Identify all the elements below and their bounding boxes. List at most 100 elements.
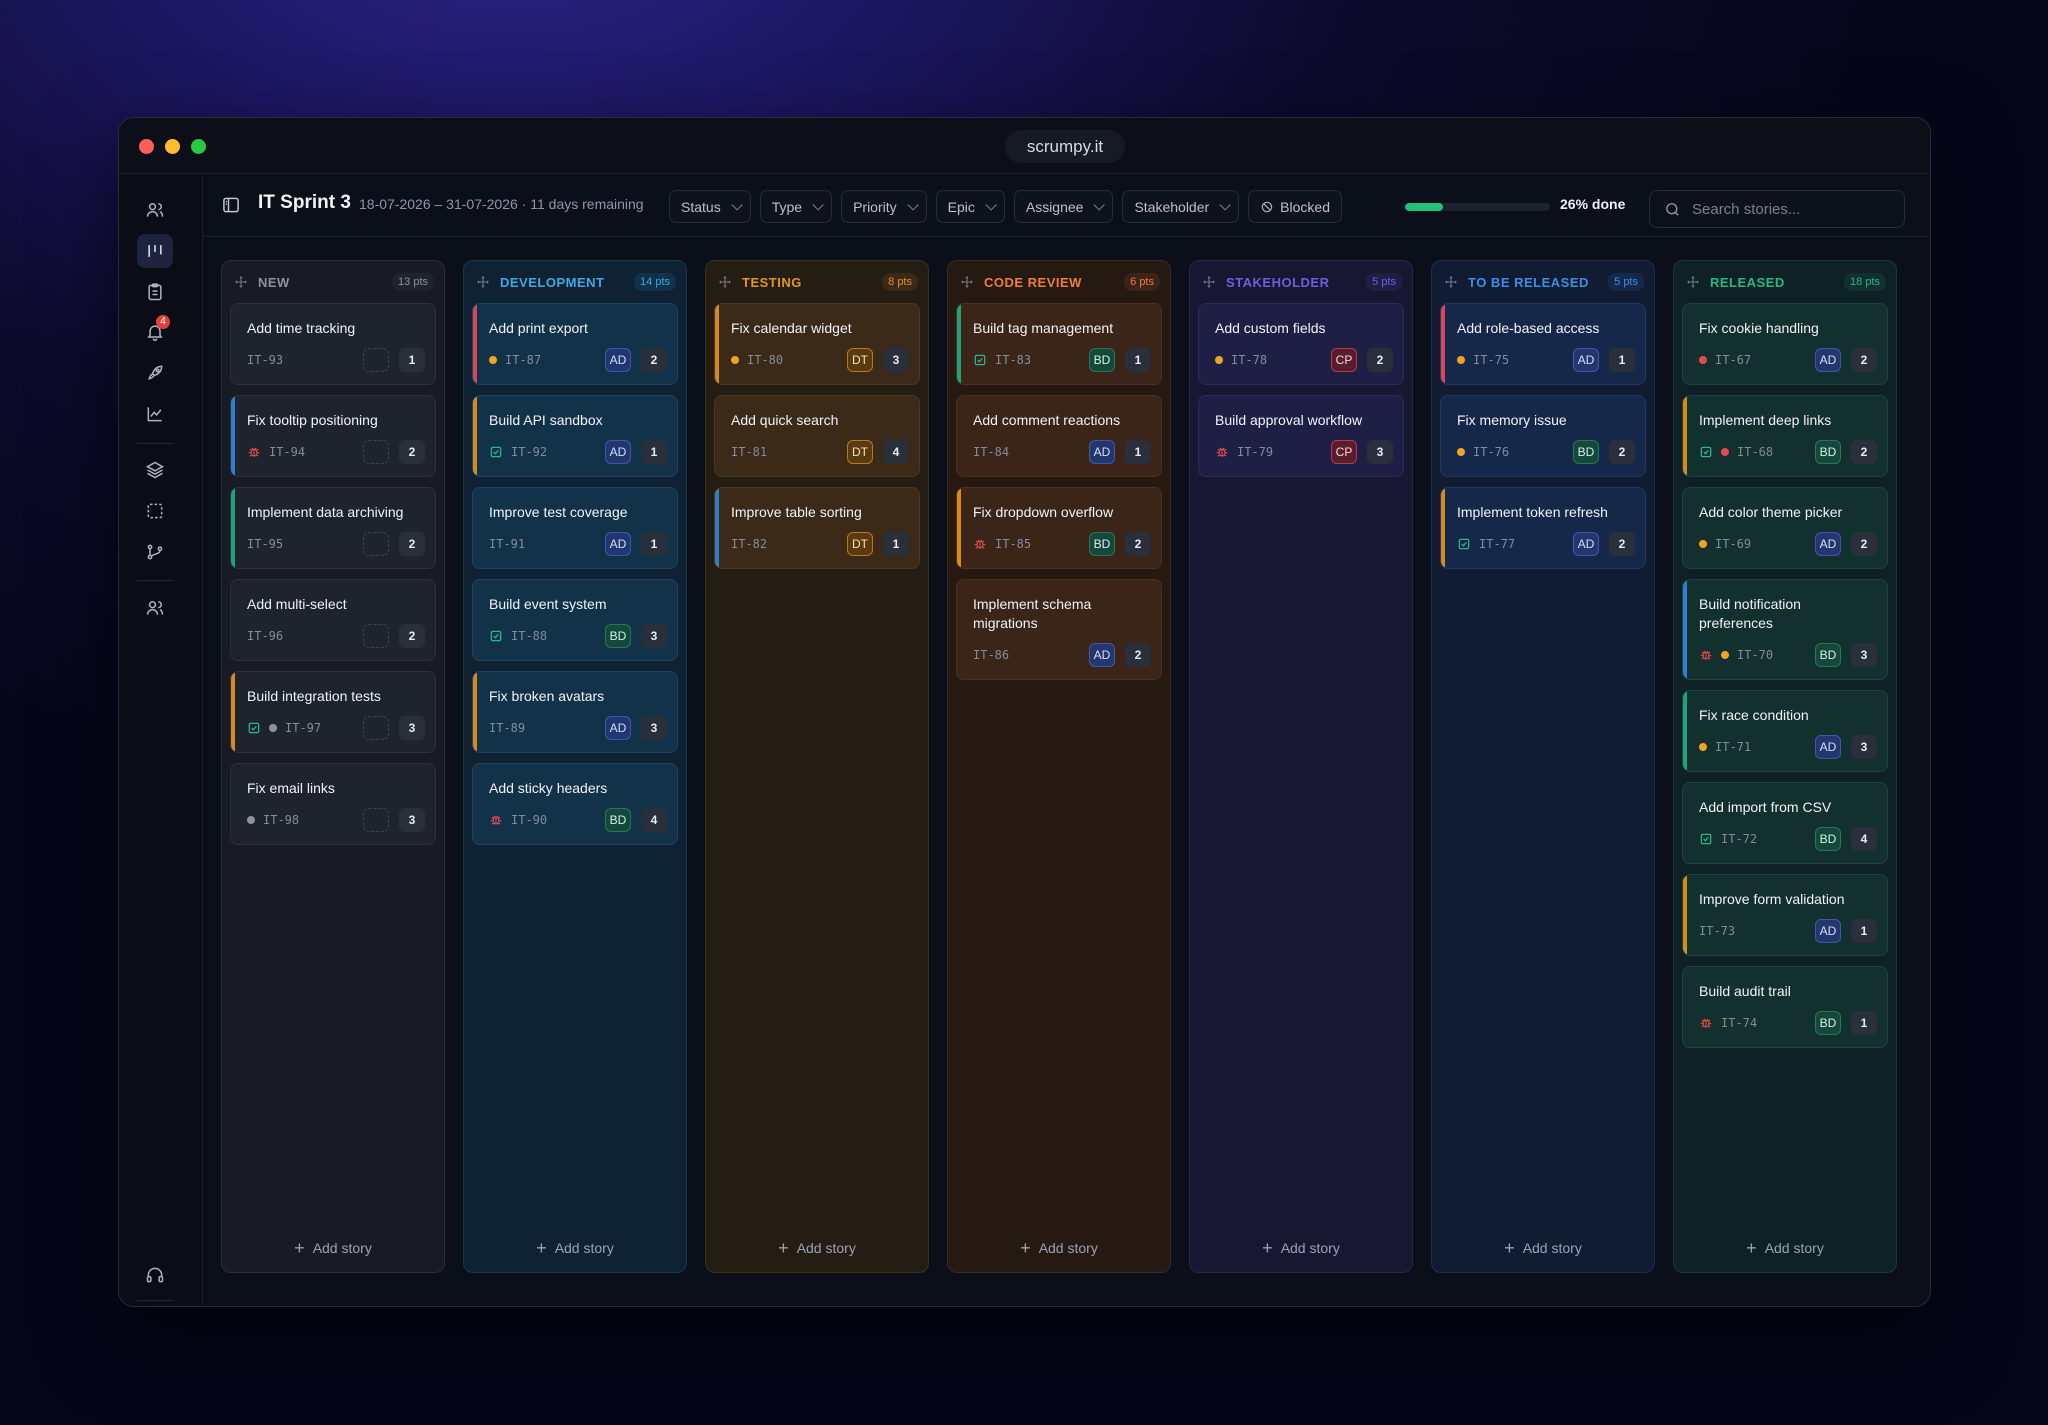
story-card[interactable]: Add quick search IT-81 DT 4 xyxy=(714,395,920,477)
story-card[interactable]: Improve test coverage IT-91 AD 1 xyxy=(472,487,678,569)
story-card[interactable]: Implement token refresh IT-77 AD 2 xyxy=(1440,487,1646,569)
unassigned-avatar[interactable] xyxy=(363,716,389,740)
add-story-button[interactable]: + Add story xyxy=(1674,1238,1896,1259)
story-card[interactable]: Add color theme picker IT-69 AD 2 xyxy=(1682,487,1888,569)
assignee-avatar[interactable]: CP xyxy=(1331,440,1357,464)
story-card[interactable]: Build integration tests IT-97 3 xyxy=(230,671,436,753)
story-card[interactable]: Add time tracking IT-93 1 xyxy=(230,303,436,385)
team-icon[interactable] xyxy=(137,591,173,625)
story-card[interactable]: Fix calendar widget IT-80 DT 3 xyxy=(714,303,920,385)
clipboard-icon[interactable] xyxy=(137,275,173,309)
assignee-avatar[interactable]: BD xyxy=(1815,1011,1841,1035)
minimize-window-button[interactable] xyxy=(165,139,180,154)
assignee-avatar[interactable]: AD xyxy=(1573,348,1599,372)
story-card[interactable]: Improve table sorting IT-82 DT 1 xyxy=(714,487,920,569)
filter-status[interactable]: Status xyxy=(669,190,751,223)
assignee-avatar[interactable]: CP xyxy=(1331,348,1357,372)
story-card[interactable]: Add custom fields IT-78 CP 2 xyxy=(1198,303,1404,385)
story-card[interactable]: Implement data archiving IT-95 2 xyxy=(230,487,436,569)
rocket-icon[interactable] xyxy=(137,356,173,390)
users-icon[interactable] xyxy=(137,193,173,227)
board-icon[interactable] xyxy=(137,234,173,268)
story-card[interactable]: Build event system IT-88 BD 3 xyxy=(472,579,678,661)
assignee-avatar[interactable]: AD xyxy=(605,348,631,372)
story-card[interactable]: Add import from CSV IT-72 BD 4 xyxy=(1682,782,1888,864)
story-card[interactable]: Build notification preferences IT-70 BD 3 xyxy=(1682,579,1888,680)
add-story-button[interactable]: + Add story xyxy=(1432,1238,1654,1259)
story-card[interactable]: Improve form validation IT-73 AD 1 xyxy=(1682,874,1888,956)
story-card[interactable]: Add comment reactions IT-84 AD 1 xyxy=(956,395,1162,477)
story-card[interactable]: Implement deep links IT-68 BD 2 xyxy=(1682,395,1888,477)
layers-icon[interactable] xyxy=(137,453,173,487)
assignee-avatar[interactable]: BD xyxy=(1089,348,1115,372)
assignee-avatar[interactable]: BD xyxy=(1815,440,1841,464)
assignee-avatar[interactable]: AD xyxy=(605,532,631,556)
assignee-avatar[interactable]: BD xyxy=(605,808,631,832)
assignee-avatar[interactable]: DT xyxy=(847,440,873,464)
assignee-avatar[interactable]: BD xyxy=(1089,532,1115,556)
filter-assignee[interactable]: Assignee xyxy=(1013,190,1114,223)
assignee-avatar[interactable]: AD xyxy=(605,440,631,464)
assignee-avatar[interactable]: AD xyxy=(1815,919,1841,943)
story-card[interactable]: Add print export IT-87 AD 2 xyxy=(472,303,678,385)
filter-epic[interactable]: Epic xyxy=(935,190,1005,223)
unassigned-avatar[interactable] xyxy=(363,624,389,648)
story-card[interactable]: Fix tooltip positioning IT-94 2 xyxy=(230,395,436,477)
drag-handle-icon[interactable] xyxy=(718,275,732,289)
close-window-button[interactable] xyxy=(139,139,154,154)
story-card[interactable]: Build tag management IT-83 BD 1 xyxy=(956,303,1162,385)
select-icon[interactable] xyxy=(137,494,173,528)
story-card[interactable]: Build audit trail IT-74 BD 1 xyxy=(1682,966,1888,1048)
story-card[interactable]: Fix dropdown overflow IT-85 BD 2 xyxy=(956,487,1162,569)
add-story-button[interactable]: + Add story xyxy=(464,1238,686,1259)
filter-type[interactable]: Type xyxy=(759,190,833,223)
maximize-window-button[interactable] xyxy=(191,139,206,154)
sidebar-toggle-icon[interactable] xyxy=(221,195,241,215)
add-story-button[interactable]: + Add story xyxy=(706,1238,928,1259)
drag-handle-icon[interactable] xyxy=(476,275,490,289)
assignee-avatar[interactable]: BD xyxy=(1815,643,1841,667)
assignee-avatar[interactable]: AD xyxy=(605,716,631,740)
drag-handle-icon[interactable] xyxy=(234,275,248,289)
filter-priority[interactable]: Priority xyxy=(841,190,927,223)
search-input[interactable]: Search stories... xyxy=(1649,190,1905,228)
assignee-avatar[interactable]: AD xyxy=(1573,532,1599,556)
assignee-avatar[interactable]: BD xyxy=(605,624,631,648)
filter-stakeholder[interactable]: Stakeholder xyxy=(1122,190,1240,223)
story-card[interactable]: Implement schema migrations IT-86 AD 2 xyxy=(956,579,1162,680)
unassigned-avatar[interactable] xyxy=(363,348,389,372)
story-card[interactable]: Fix memory issue IT-76 BD 2 xyxy=(1440,395,1646,477)
story-card[interactable]: Build API sandbox IT-92 AD 1 xyxy=(472,395,678,477)
story-card[interactable]: Fix cookie handling IT-67 AD 2 xyxy=(1682,303,1888,385)
assignee-avatar[interactable]: BD xyxy=(1815,827,1841,851)
drag-handle-icon[interactable] xyxy=(1444,275,1458,289)
story-card[interactable]: Fix broken avatars IT-89 AD 3 xyxy=(472,671,678,753)
branch-icon[interactable] xyxy=(137,535,173,569)
story-card[interactable]: Add multi-select IT-96 2 xyxy=(230,579,436,661)
drag-handle-icon[interactable] xyxy=(960,275,974,289)
story-card[interactable]: Add sticky headers IT-90 BD 4 xyxy=(472,763,678,845)
unassigned-avatar[interactable] xyxy=(363,808,389,832)
drag-handle-icon[interactable] xyxy=(1686,275,1700,289)
story-card[interactable]: Add role-based access IT-75 AD 1 xyxy=(1440,303,1646,385)
story-card[interactable]: Fix email links IT-98 3 xyxy=(230,763,436,845)
add-story-button[interactable]: + Add story xyxy=(948,1238,1170,1259)
drag-handle-icon[interactable] xyxy=(1202,275,1216,289)
add-story-button[interactable]: + Add story xyxy=(222,1238,444,1259)
bell-icon[interactable]: 4 xyxy=(137,315,173,349)
assignee-avatar[interactable]: DT xyxy=(847,532,873,556)
headset-icon[interactable] xyxy=(137,1258,173,1292)
assignee-avatar[interactable]: AD xyxy=(1815,348,1841,372)
filter-blocked[interactable]: Blocked xyxy=(1248,190,1342,223)
assignee-avatar[interactable]: AD xyxy=(1815,735,1841,759)
story-card[interactable]: Build approval workflow IT-79 CP 3 xyxy=(1198,395,1404,477)
assignee-avatar[interactable]: BD xyxy=(1573,440,1599,464)
unassigned-avatar[interactable] xyxy=(363,532,389,556)
story-card[interactable]: Fix race condition IT-71 AD 3 xyxy=(1682,690,1888,772)
unassigned-avatar[interactable] xyxy=(363,440,389,464)
url-pill[interactable]: scrumpy.it xyxy=(1005,130,1125,163)
assignee-avatar[interactable]: AD xyxy=(1815,532,1841,556)
chart-icon[interactable] xyxy=(137,397,173,431)
add-story-button[interactable]: + Add story xyxy=(1190,1238,1412,1259)
assignee-avatar[interactable]: AD xyxy=(1089,643,1115,667)
